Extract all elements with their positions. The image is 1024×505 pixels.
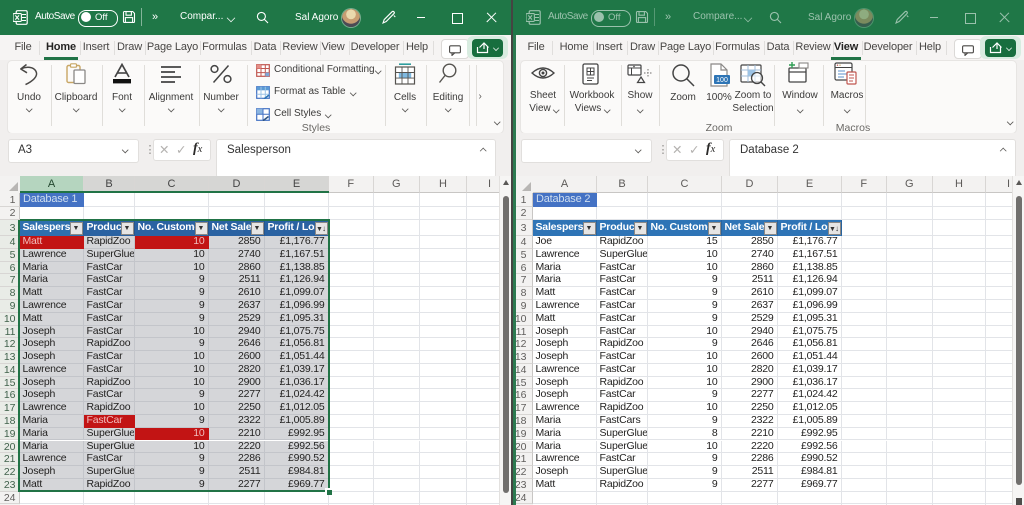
svg-text:100: 100 [716, 77, 728, 84]
